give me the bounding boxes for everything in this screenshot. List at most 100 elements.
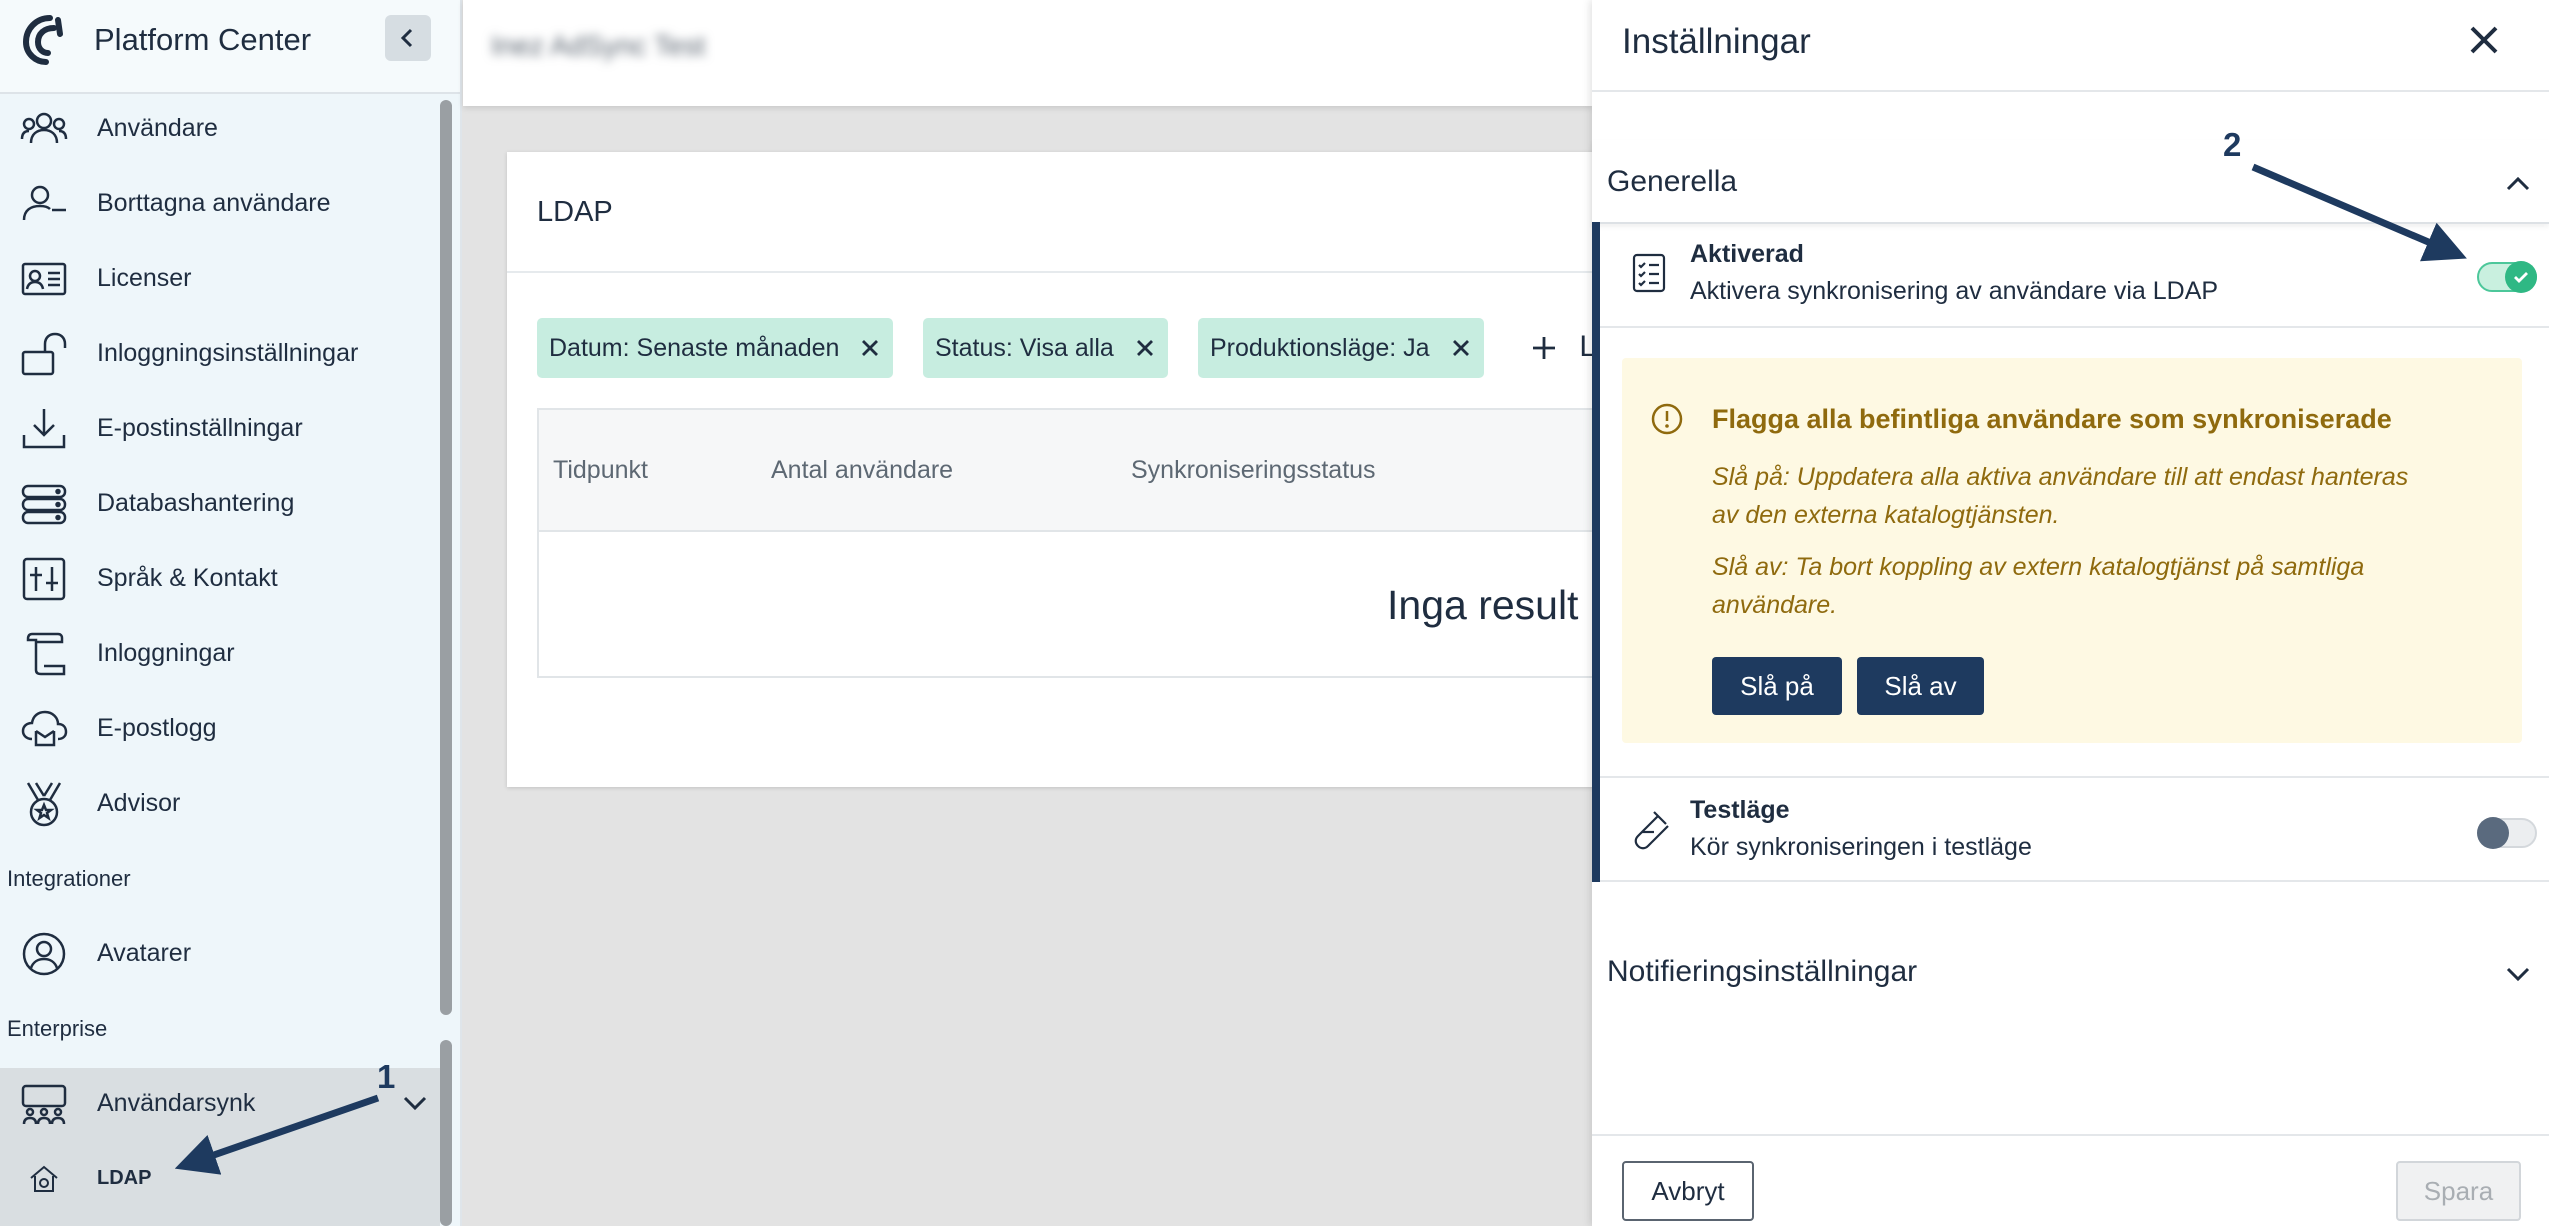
user-minus-icon: [22, 185, 66, 220]
cloud-mail-icon: [21, 710, 68, 746]
id-card-icon: [21, 262, 67, 295]
sliders-icon: [22, 557, 66, 600]
sidebar-item-email-log[interactable]: E-postlogg: [0, 691, 440, 766]
warning-title: Flagga alla befintliga användare som syn…: [1712, 404, 2392, 434]
toggle-knob: [2477, 817, 2509, 849]
setting-activated: Aktiverad Aktivera synkronisering av anv…: [1600, 222, 2549, 328]
divider: [507, 271, 1597, 273]
sidebar-item-label: Användarsynk: [97, 1089, 256, 1117]
sidebar-item-ldap[interactable]: LDAP: [0, 1141, 440, 1216]
sidebar-item-language-contact[interactable]: Språk & Kontakt: [0, 541, 440, 616]
sidebar-item-deleted-users[interactable]: Borttagna användare: [0, 166, 440, 241]
sidebar-item-label: Inloggningar: [97, 639, 235, 667]
warning-callout: Flagga alla befintliga användare som syn…: [1622, 358, 2522, 743]
collapse-sidebar-button[interactable]: [385, 15, 431, 61]
checklist-icon: [1632, 253, 1666, 293]
column-header[interactable]: Tidpunkt: [553, 456, 648, 485]
drawer-footer: Avbryt Spara: [1592, 1134, 2549, 1226]
turn-off-button[interactable]: Slå av: [1857, 657, 1984, 715]
brand-header: Platform Center: [0, 0, 460, 94]
sidebar-item-label: Advisor: [97, 789, 181, 817]
medal-icon: [26, 781, 62, 826]
ldap-card: LDAP Datum: Senaste månaden Status: Visa…: [507, 152, 1617, 787]
filter-chip-date[interactable]: Datum: Senaste månaden: [537, 318, 894, 378]
close-icon[interactable]: [1450, 337, 1472, 359]
sidebar-item-database[interactable]: Databashantering: [0, 466, 440, 541]
results-table: Tidpunkt Antal användare Synkroniserings…: [537, 408, 1617, 678]
app-title: Platform Center: [94, 22, 312, 57]
sidebar-item-login-settings[interactable]: Inloggningsinställningar: [0, 316, 440, 391]
home-sync-icon: [30, 1165, 58, 1192]
chevron-up-icon: [2506, 176, 2530, 191]
column-header[interactable]: Antal användare: [771, 456, 953, 485]
chevron-left-icon: [400, 28, 413, 48]
save-button[interactable]: Spara: [2396, 1161, 2521, 1221]
sidebar: Platform Center Användare Borttagna anvä…: [0, 0, 462, 1226]
sidebar-item-label: E-postinställningar: [97, 414, 303, 442]
sidebar-scrollbar-lower[interactable]: [440, 1040, 452, 1226]
users-icon: [20, 112, 68, 143]
empty-state-text: Inga result: [1387, 582, 1579, 628]
close-icon[interactable]: [1134, 337, 1156, 359]
sidebar-item-label: Borttagna användare: [97, 189, 331, 217]
sidebar-item-avatars[interactable]: Avatarer: [0, 916, 440, 991]
sidebar-item-label: Avatarer: [97, 939, 192, 967]
annotation-marker-2: 2: [2223, 126, 2242, 163]
chevron-down-icon: [2506, 967, 2530, 982]
plus-icon: [1533, 337, 1555, 360]
chevron-down-icon[interactable]: [402, 1092, 428, 1114]
column-header[interactable]: Synkroniseringsstatus: [1131, 456, 1376, 485]
card-title: LDAP: [537, 196, 613, 228]
test-mode-toggle[interactable]: [2477, 817, 2537, 849]
alert-circle-icon: [1651, 403, 1683, 435]
sidebar-item-email-settings[interactable]: E-postinställningar: [0, 391, 440, 466]
sidebar-item-label: Användare: [97, 114, 218, 142]
add-filter-button[interactable]: L: [1531, 330, 1596, 364]
filter-chip-production[interactable]: Produktionsläge: Ja: [1198, 318, 1484, 378]
user-circle-icon: [22, 932, 66, 975]
toggle-knob: [2505, 261, 2537, 293]
section-title: Generella: [1607, 165, 1738, 198]
sidebar-item-label: E-postlogg: [97, 714, 217, 742]
download-tray-icon: [22, 408, 66, 448]
sidebar-item-user-sync[interactable]: Användarsynk: [0, 1066, 440, 1141]
warning-text-off-line2: användare.: [1712, 591, 1838, 619]
warning-text-on-line2: av den externa katalogtjänsten.: [1712, 501, 2060, 529]
table-header: Tidpunkt Antal användare Synkroniserings…: [539, 410, 1615, 532]
setting-name: Testläge: [1690, 796, 1790, 824]
people-group-icon: [21, 1084, 67, 1124]
filter-chip-label: Produktionsläge: Ja: [1210, 333, 1430, 362]
sidebar-scrollbar[interactable]: [440, 100, 452, 1015]
setting-test-mode: Testläge Kör synkroniseringen i testläge: [1600, 776, 2549, 882]
turn-on-button[interactable]: Slå på: [1712, 657, 1842, 715]
sidebar-item-logins[interactable]: Inloggningar: [0, 616, 440, 691]
section-heading-enterprise: Enterprise: [7, 1016, 108, 1041]
filter-chip-label: Datum: Senaste månaden: [549, 333, 840, 362]
unlock-icon: [21, 332, 67, 375]
setting-name: Aktiverad: [1690, 240, 1804, 268]
drawer-title: Inställningar: [1622, 22, 1811, 61]
close-icon[interactable]: [2464, 20, 2504, 60]
top-bar: Inez AdSync Test: [463, 0, 1593, 106]
check-icon: [2514, 272, 2528, 283]
sidebar-item-label: LDAP: [97, 1167, 152, 1189]
close-icon[interactable]: [859, 337, 881, 359]
section-general-header[interactable]: Generella: [1592, 140, 2549, 224]
setting-description: Kör synkroniseringen i testläge: [1690, 833, 2032, 861]
sidebar-item-users[interactable]: Användare: [0, 91, 440, 166]
filter-chip-status[interactable]: Status: Visa alla: [923, 318, 1168, 378]
platform-logo-icon: [22, 15, 63, 65]
sidebar-item-licenses[interactable]: Licenser: [0, 241, 440, 316]
warning-text-off-line1: Slå av: Ta bort koppling av extern katal…: [1712, 553, 2365, 581]
warning-text-on-line1: Slå på: Uppdatera alla aktiva användare …: [1712, 463, 2409, 491]
section-heading-integrations: Integrationer: [7, 866, 131, 891]
scroll-icon: [26, 632, 66, 675]
cancel-button[interactable]: Avbryt: [1622, 1161, 1754, 1221]
setting-description: Aktivera synkronisering av användare via…: [1690, 277, 2219, 305]
section-title: Notifieringsinställningar: [1607, 955, 1918, 988]
sidebar-item-advisor[interactable]: Advisor: [0, 766, 440, 841]
activated-toggle[interactable]: [2477, 261, 2537, 293]
section-notifications-header[interactable]: Notifieringsinställningar: [1592, 930, 2549, 1014]
sidebar-item-label: Databashantering: [97, 489, 295, 517]
sidebar-item-label: Inloggningsinställningar: [97, 339, 359, 367]
